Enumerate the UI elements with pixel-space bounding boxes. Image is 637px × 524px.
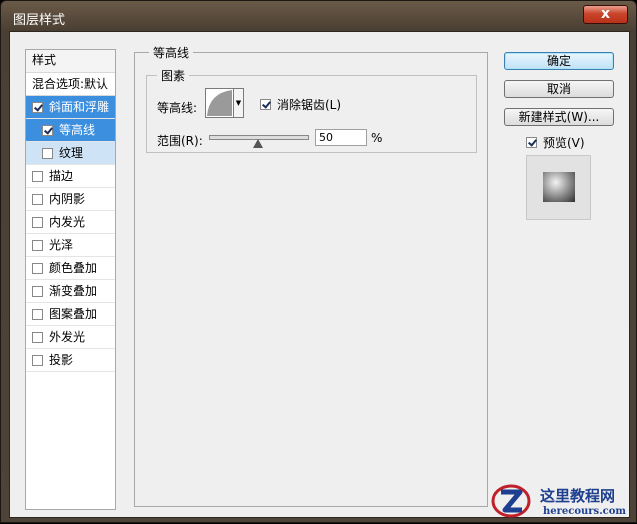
- style-item[interactable]: 等高线: [26, 119, 115, 142]
- contour-dropdown-button[interactable]: ▼: [234, 88, 244, 118]
- preview-swatch: [543, 172, 575, 202]
- style-item-checkbox[interactable]: [42, 124, 53, 136]
- close-button[interactable]: x: [583, 5, 628, 24]
- style-item[interactable]: 投影: [26, 349, 115, 372]
- new-style-button[interactable]: 新建样式(W)...: [504, 108, 614, 126]
- layer-style-dialog: 图层样式 x 样式 混合选项:默认 斜面和浮雕 等高线 纹理 描边 内阴影 内发光 光泽 颜色…: [0, 0, 637, 523]
- dialog-client: 样式 混合选项:默认 斜面和浮雕 等高线 纹理 描边 内阴影 内发光 光泽 颜色叠加 渐变叠加图…: [9, 31, 630, 518]
- watermark: 这里教程网 herecours.com: [485, 479, 637, 524]
- watermark-name: 这里教程网: [540, 487, 616, 505]
- style-item-label: 渐变叠加: [49, 284, 98, 298]
- style-item[interactable]: 图案叠加: [26, 303, 115, 326]
- style-items: 斜面和浮雕等高线纹理描边内阴影内发光光泽颜色叠加渐变叠加图案叠加外发光投影: [26, 96, 115, 372]
- ok-button[interactable]: 确定: [504, 52, 614, 70]
- close-icon: x: [600, 6, 611, 22]
- range-unit: %: [371, 131, 383, 145]
- style-item-checkbox[interactable]: [32, 308, 43, 320]
- style-item[interactable]: 纹理: [26, 142, 115, 165]
- elements-group: 图素 等高线: ▼ 消除锯齿(L) 范围(R): 50 %: [146, 67, 477, 153]
- style-item-checkbox[interactable]: [42, 147, 53, 159]
- style-item-label: 颜色叠加: [49, 261, 98, 275]
- style-item-label: 光泽: [49, 238, 74, 252]
- style-item-checkbox[interactable]: [32, 262, 43, 274]
- style-item-label: 投影: [49, 353, 74, 367]
- style-item[interactable]: 内阴影: [26, 188, 115, 211]
- antialias-checkbox[interactable]: 消除锯齿(L): [260, 96, 341, 113]
- style-item[interactable]: 渐变叠加: [26, 280, 115, 303]
- style-item[interactable]: 外发光: [26, 326, 115, 349]
- preview-check-box[interactable]: [526, 137, 537, 148]
- style-item[interactable]: 内发光: [26, 211, 115, 234]
- range-input[interactable]: 50: [315, 129, 367, 146]
- contour-curve-icon: [207, 90, 232, 116]
- style-item-checkbox[interactable]: [32, 331, 43, 343]
- window-title: 图层样式: [13, 13, 66, 28]
- styles-list: 样式 混合选项:默认 斜面和浮雕等高线纹理描边内阴影内发光光泽颜色叠加渐变叠加图…: [25, 49, 116, 510]
- style-item-checkbox[interactable]: [32, 216, 43, 228]
- style-item-label: 外发光: [49, 330, 86, 344]
- styles-header[interactable]: 样式: [26, 50, 115, 73]
- logo-icon: [491, 484, 531, 518]
- style-item-label: 等高线: [59, 123, 96, 137]
- style-preview: [526, 155, 591, 220]
- antialias-label: 消除锯齿(L): [277, 98, 342, 112]
- style-item[interactable]: 斜面和浮雕: [26, 96, 115, 119]
- watermark-url: herecours.com: [543, 506, 627, 517]
- style-item[interactable]: 颜色叠加: [26, 257, 115, 280]
- style-item-checkbox[interactable]: [32, 354, 43, 366]
- chevron-down-icon: ▼: [235, 99, 242, 107]
- range-slider-handle[interactable]: [253, 139, 263, 148]
- title-bar[interactable]: 图层样式 x: [1, 1, 636, 33]
- contour-label: 等高线:: [157, 101, 198, 115]
- style-item-label: 内阴影: [49, 192, 86, 206]
- style-item-label: 斜面和浮雕: [49, 100, 110, 114]
- style-item-label: 图案叠加: [49, 307, 98, 321]
- style-item-checkbox[interactable]: [32, 239, 43, 251]
- preview-checkbox[interactable]: 预览(V): [526, 134, 585, 151]
- contour-panel: 等高线 图素 等高线: ▼ 消除锯齿(L) 范围(R): 50 %: [134, 44, 488, 507]
- style-item-label: 内发光: [49, 215, 86, 229]
- preview-label: 预览(V): [543, 136, 585, 150]
- panel-title: 等高线: [149, 44, 194, 61]
- style-item[interactable]: 光泽: [26, 234, 115, 257]
- style-item-checkbox[interactable]: [32, 285, 43, 297]
- style-item-checkbox[interactable]: [32, 193, 43, 205]
- blend-options-item[interactable]: 混合选项:默认: [26, 73, 115, 96]
- style-item-checkbox[interactable]: [32, 101, 43, 113]
- style-item[interactable]: 描边: [26, 165, 115, 188]
- range-label: 范围(R):: [157, 134, 203, 148]
- contour-picker[interactable]: [205, 88, 234, 118]
- group-title: 图素: [157, 67, 190, 84]
- antialias-check-box[interactable]: [260, 99, 271, 110]
- cancel-button[interactable]: 取消: [504, 80, 614, 98]
- style-item-label: 描边: [49, 169, 74, 183]
- style-item-checkbox[interactable]: [32, 170, 43, 182]
- style-item-label: 纹理: [59, 146, 84, 160]
